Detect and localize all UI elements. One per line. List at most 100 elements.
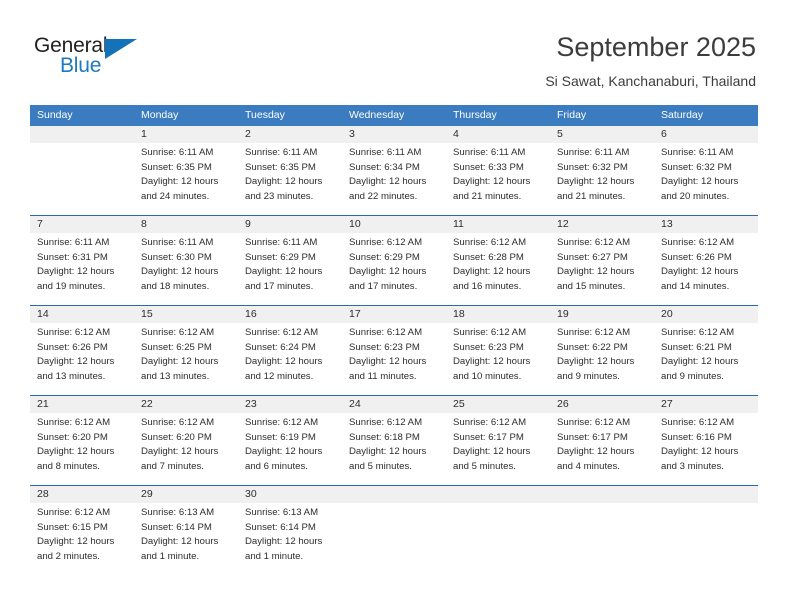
- day-cell[interactable]: Sunrise: 6:11 AM Sunset: 6:31 PM Daylight:…: [30, 233, 134, 305]
- day-cell[interactable]: Sunrise: 6:11 AM Sunset: 6:33 PM Daylight:…: [446, 143, 550, 215]
- daylight-text-cont: and 10 minutes.: [453, 370, 522, 382]
- sunset-text: Sunset: 6:35 PM: [141, 161, 212, 173]
- daylight-text-cont: and 13 minutes.: [37, 370, 106, 382]
- day-cell[interactable]: Sunrise: 6:11 AM Sunset: 6:29 PM Daylight:…: [238, 233, 342, 305]
- day-cell[interactable]: Sunrise: 6:12 AM Sunset: 6:20 PM Daylight:…: [134, 413, 238, 485]
- sunset-text: Sunset: 6:20 PM: [141, 431, 212, 443]
- day-number[interactable]: 19: [550, 306, 654, 323]
- day-number[interactable]: 2: [238, 126, 342, 143]
- day-cell[interactable]: Sunrise: 6:11 AM Sunset: 6:35 PM Daylight:…: [238, 143, 342, 215]
- day-cell[interactable]: Sunrise: 6:12 AM Sunset: 6:18 PM Daylight:…: [342, 413, 446, 485]
- day-number[interactable]: 12: [550, 216, 654, 233]
- sunset-text: Sunset: 6:16 PM: [661, 431, 732, 443]
- day-cell[interactable]: Sunrise: 6:12 AM Sunset: 6:19 PM Daylight:…: [238, 413, 342, 485]
- day-number[interactable]: 22: [134, 396, 238, 413]
- sunrise-text: Sunrise: 6:12 AM: [245, 327, 319, 338]
- day-number[interactable]: 9: [238, 216, 342, 233]
- sunrise-text: Sunrise: 6:11 AM: [245, 237, 318, 248]
- sunrise-text: Sunrise: 6:12 AM: [557, 237, 631, 248]
- week-body: Sunrise: 6:12 AM Sunset: 6:26 PM Daylight:…: [30, 323, 758, 395]
- day-number[interactable]: 10: [342, 216, 446, 233]
- day-number[interactable]: 1: [134, 126, 238, 143]
- day-number[interactable]: 11: [446, 216, 550, 233]
- day-cell[interactable]: Sunrise: 6:12 AM Sunset: 6:15 PM Daylight:…: [30, 503, 134, 575]
- week-body: Sunrise: 6:11 AM Sunset: 6:35 PM Daylight:…: [30, 143, 758, 215]
- day-cell[interactable]: Sunrise: 6:12 AM Sunset: 6:23 PM Daylight:…: [446, 323, 550, 395]
- day-cell[interactable]: Sunrise: 6:12 AM Sunset: 6:27 PM Daylight:…: [550, 233, 654, 305]
- day-cell[interactable]: Sunrise: 6:12 AM Sunset: 6:17 PM Daylight:…: [446, 413, 550, 485]
- day-number[interactable]: 30: [238, 486, 342, 503]
- day-number[interactable]: 16: [238, 306, 342, 323]
- daylight-text-cont: and 1 minute.: [245, 550, 304, 562]
- day-cell[interactable]: Sunrise: 6:11 AM Sunset: 6:35 PM Daylight:…: [134, 143, 238, 215]
- sunrise-text: Sunrise: 6:11 AM: [141, 237, 214, 248]
- day-number[interactable]: 18: [446, 306, 550, 323]
- day-number[interactable]: 28: [30, 486, 134, 503]
- sunrise-text: Sunrise: 6:13 AM: [245, 507, 319, 518]
- daylight-text: Daylight: 12 hours: [141, 356, 219, 368]
- sunset-text: Sunset: 6:21 PM: [661, 341, 732, 353]
- calendar-week-row: 7 8 9 10 11 12 13 Sunrise: 6:11 AM Sunset: 6:31 …: [30, 215, 758, 305]
- daylight-text-cont: and 2 minutes.: [37, 550, 100, 562]
- day-cell[interactable]: Sunrise: 6:12 AM Sunset: 6:25 PM Daylight:…: [134, 323, 238, 395]
- day-cell[interactable]: Sunrise: 6:11 AM Sunset: 6:34 PM Daylight:…: [342, 143, 446, 215]
- day-cell[interactable]: Sunrise: 6:12 AM Sunset: 6:28 PM Daylight:…: [446, 233, 550, 305]
- day-number[interactable]: 17: [342, 306, 446, 323]
- day-number[interactable]: 13: [654, 216, 758, 233]
- day-number[interactable]: 26: [550, 396, 654, 413]
- day-cell[interactable]: Sunrise: 6:12 AM Sunset: 6:26 PM Daylight:…: [654, 233, 758, 305]
- day-number[interactable]: 6: [654, 126, 758, 143]
- daylight-text-cont: and 1 minute.: [141, 550, 200, 562]
- daylight-text-cont: and 3 minutes.: [661, 460, 724, 472]
- day-number[interactable]: 3: [342, 126, 446, 143]
- day-cell[interactable]: Sunrise: 6:12 AM Sunset: 6:20 PM Daylight:…: [30, 413, 134, 485]
- sunset-text: Sunset: 6:23 PM: [349, 341, 420, 353]
- day-cell[interactable]: Sunrise: 6:11 AM Sunset: 6:32 PM Daylight:…: [654, 143, 758, 215]
- day-number[interactable]: 21: [30, 396, 134, 413]
- day-cell[interactable]: Sunrise: 6:12 AM Sunset: 6:22 PM Daylight:…: [550, 323, 654, 395]
- day-cell[interactable]: Sunrise: 6:13 AM Sunset: 6:14 PM Daylight:…: [238, 503, 342, 575]
- generalblue-logo[interactable]: General Blue: [34, 34, 154, 82]
- daylight-text: Daylight: 12 hours: [141, 446, 219, 458]
- day-number[interactable]: 7: [30, 216, 134, 233]
- day-cell[interactable]: Sunrise: 6:12 AM Sunset: 6:24 PM Daylight:…: [238, 323, 342, 395]
- day-number[interactable]: 8: [134, 216, 238, 233]
- daylight-text: Daylight: 12 hours: [453, 176, 531, 188]
- day-cell[interactable]: Sunrise: 6:12 AM Sunset: 6:21 PM Daylight:…: [654, 323, 758, 395]
- day-number[interactable]: 27: [654, 396, 758, 413]
- daylight-text: Daylight: 12 hours: [37, 356, 115, 368]
- sunrise-text: Sunrise: 6:12 AM: [453, 237, 527, 248]
- day-cell[interactable]: Sunrise: 6:12 AM Sunset: 6:29 PM Daylight:…: [342, 233, 446, 305]
- day-cell[interactable]: Sunrise: 6:12 AM Sunset: 6:16 PM Daylight:…: [654, 413, 758, 485]
- day-cell[interactable]: Sunrise: 6:11 AM Sunset: 6:30 PM Daylight:…: [134, 233, 238, 305]
- daylight-text-cont: and 5 minutes.: [453, 460, 516, 472]
- daylight-text: Daylight: 12 hours: [141, 536, 219, 548]
- day-cell[interactable]: Sunrise: 6:12 AM Sunset: 6:17 PM Daylight:…: [550, 413, 654, 485]
- daylight-text: Daylight: 12 hours: [661, 446, 739, 458]
- day-cell[interactable]: Sunrise: 6:12 AM Sunset: 6:26 PM Daylight:…: [30, 323, 134, 395]
- day-cell[interactable]: Sunrise: 6:13 AM Sunset: 6:14 PM Daylight:…: [134, 503, 238, 575]
- daylight-text-cont: and 12 minutes.: [245, 370, 314, 382]
- daylight-text: Daylight: 12 hours: [349, 176, 427, 188]
- sunset-text: Sunset: 6:35 PM: [245, 161, 316, 173]
- day-number[interactable]: 14: [30, 306, 134, 323]
- day-number[interactable]: 29: [134, 486, 238, 503]
- sunrise-text: Sunrise: 6:12 AM: [453, 327, 527, 338]
- sunset-text: Sunset: 6:25 PM: [141, 341, 212, 353]
- daylight-text-cont: and 15 minutes.: [557, 280, 626, 292]
- day-number[interactable]: 4: [446, 126, 550, 143]
- weekday-header-saturday: Saturday: [661, 109, 704, 121]
- sunset-text: Sunset: 6:32 PM: [557, 161, 628, 173]
- day-number[interactable]: 20: [654, 306, 758, 323]
- day-cell[interactable]: Sunrise: 6:12 AM Sunset: 6:23 PM Daylight:…: [342, 323, 446, 395]
- day-number[interactable]: 25: [446, 396, 550, 413]
- daylight-text: Daylight: 12 hours: [245, 536, 323, 548]
- day-number[interactable]: 23: [238, 396, 342, 413]
- daylight-text: Daylight: 12 hours: [661, 176, 739, 188]
- day-number[interactable]: 15: [134, 306, 238, 323]
- day-number[interactable]: 24: [342, 396, 446, 413]
- daylight-text: Daylight: 12 hours: [661, 356, 739, 368]
- day-cell[interactable]: Sunrise: 6:11 AM Sunset: 6:32 PM Daylight:…: [550, 143, 654, 215]
- sunrise-text: Sunrise: 6:12 AM: [661, 237, 735, 248]
- day-number[interactable]: 5: [550, 126, 654, 143]
